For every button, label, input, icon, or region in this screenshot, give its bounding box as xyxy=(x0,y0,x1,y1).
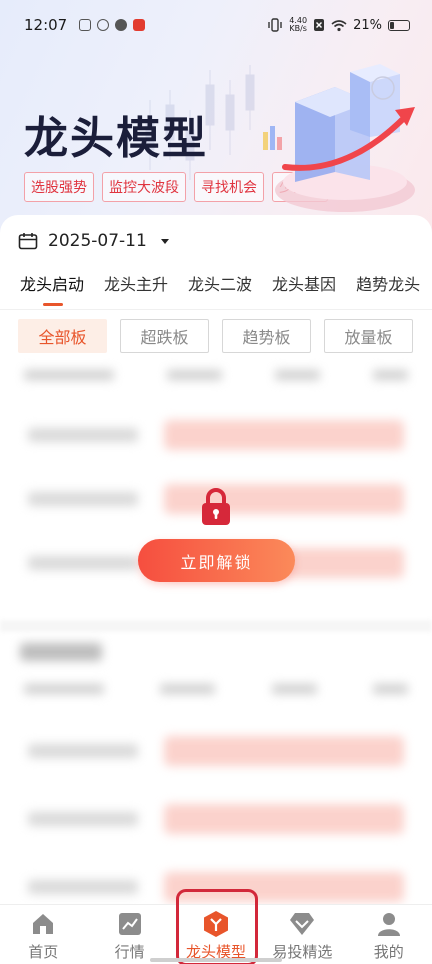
battery-icon xyxy=(388,19,410,31)
tab-qushi-longtou[interactable]: 趋势龙头 xyxy=(346,271,430,309)
dragon-model-icon xyxy=(202,910,230,938)
section-divider xyxy=(0,620,432,632)
model-tabs: 龙头启动 龙头主升 龙头二波 龙头基因 趋势龙头 xyxy=(0,271,432,309)
hero-3d-chart-icon xyxy=(263,64,415,212)
board-chip-all[interactable]: 全部板 xyxy=(18,319,107,353)
content-card: 2025-07-11 龙头启动 龙头主升 龙头二波 龙头基因 趋势龙头 全部板 … xyxy=(0,215,432,905)
locked-list-preview xyxy=(0,643,432,905)
calendar-icon xyxy=(18,233,38,250)
bottom-nav: 首页 行情 龙头模型 易投精选 我的 xyxy=(0,904,432,964)
nav-selection[interactable]: 易投精选 xyxy=(259,905,345,964)
nav-home[interactable]: 首页 xyxy=(0,905,86,964)
notification-app-icon xyxy=(79,19,92,31)
board-chip-oversold[interactable]: 超跌板 xyxy=(120,319,209,353)
hero-tag: 监控大波段 xyxy=(102,172,186,202)
lock-icon xyxy=(202,488,230,525)
unlock-button[interactable]: 立即解锁 xyxy=(138,539,295,582)
date-picker[interactable]: 2025-07-11 xyxy=(18,231,169,251)
vibrate-icon xyxy=(268,18,282,32)
wifi-icon xyxy=(331,19,347,31)
chart-icon xyxy=(116,910,144,938)
notification-app-icon xyxy=(97,19,110,31)
home-indicator[interactable] xyxy=(150,958,282,962)
dropdown-caret-icon xyxy=(160,238,169,244)
battery-percent: 21% xyxy=(353,17,382,33)
nav-market[interactable]: 行情 xyxy=(86,905,172,964)
tab-longtou-jiyin[interactable]: 龙头基因 xyxy=(262,271,346,309)
net-speed: 4.40 KB/s xyxy=(289,16,308,33)
no-sim-icon xyxy=(314,19,325,31)
nav-dragon-model[interactable]: 龙头模型 xyxy=(173,905,259,964)
diamond-icon xyxy=(288,910,316,938)
hero-title: 龙头模型 xyxy=(24,113,208,164)
notification-app-icon xyxy=(115,19,128,31)
status-time: 12:07 xyxy=(24,16,68,34)
selected-date: 2025-07-11 xyxy=(48,231,147,251)
board-filter: 全部板 超跌板 趋势板 放量板 xyxy=(18,319,413,353)
tab-divider xyxy=(0,309,432,310)
hero-tag: 寻找机会 xyxy=(194,172,264,202)
notification-app-icon xyxy=(133,19,146,31)
board-chip-volume[interactable]: 放量板 xyxy=(324,319,413,353)
board-chip-trend[interactable]: 趋势板 xyxy=(222,319,311,353)
tab-longtou-erbo[interactable]: 龙头二波 xyxy=(178,271,262,309)
tab-longtou-zhusheng[interactable]: 龙头主升 xyxy=(94,271,178,309)
user-icon xyxy=(375,910,403,938)
status-bar: 12:07 4.40 KB/s 21% xyxy=(0,0,432,50)
tab-longtou-qidong[interactable]: 龙头启动 xyxy=(0,271,94,309)
nav-mine[interactable]: 我的 xyxy=(346,905,432,964)
hero-tag: 选股强势 xyxy=(24,172,94,202)
home-icon xyxy=(29,910,57,938)
